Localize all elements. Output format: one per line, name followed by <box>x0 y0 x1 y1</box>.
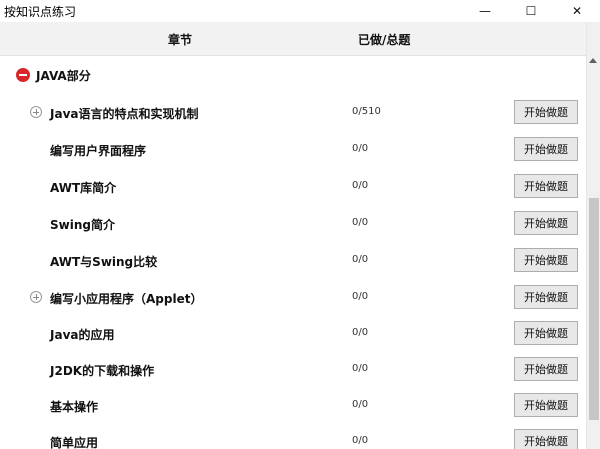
chapter-progress: 0/0 <box>352 143 369 154</box>
chapter-progress: 0/510 <box>352 106 381 117</box>
chapter-list: JAVA部分 Java语言的特点和实现机制 0/510 开始做题 编写用户界面程… <box>0 56 586 449</box>
start-practice-button[interactable]: 开始做题 <box>514 174 578 198</box>
start-practice-button[interactable]: 开始做题 <box>514 321 578 345</box>
list-item: 基本操作 0/0 开始做题 <box>0 392 586 420</box>
chapter-title: 简单应用 <box>50 436 99 449</box>
list-item: AWT库简介 0/0 开始做题 <box>0 173 586 201</box>
chapter-progress: 0/0 <box>352 327 369 338</box>
title-bar: 按知识点练习 — ☐ ✕ <box>0 0 600 22</box>
start-practice-button[interactable]: 开始做题 <box>514 357 578 381</box>
minimize-icon: — <box>479 4 491 18</box>
chapter-title: 基本操作 <box>50 400 99 414</box>
chapter-progress: 0/0 <box>352 180 369 191</box>
table-header: 章节 已做/总题 <box>0 22 586 56</box>
column-header-progress: 已做/总题 <box>358 33 411 47</box>
section-label: JAVA部分 <box>36 69 91 83</box>
start-practice-button[interactable]: 开始做题 <box>514 137 578 161</box>
scroll-up-arrow-icon[interactable] <box>589 58 597 63</box>
list-item: Java语言的特点和实现机制 0/510 开始做题 <box>0 99 586 127</box>
start-practice-button[interactable]: 开始做题 <box>514 285 578 309</box>
expand-plus-icon[interactable] <box>30 106 42 118</box>
list-item: Swing简介 0/0 开始做题 <box>0 210 586 238</box>
chapter-title: J2DK的下载和操作 <box>50 364 155 378</box>
chapter-progress: 0/0 <box>352 254 369 265</box>
start-practice-button[interactable]: 开始做题 <box>514 100 578 124</box>
list-item: J2DK的下载和操作 0/0 开始做题 <box>0 356 586 384</box>
chapter-title: 编写小应用程序（Applet） <box>50 292 203 306</box>
chapter-title: Java的应用 <box>50 328 115 342</box>
vertical-scrollbar[interactable] <box>586 22 600 449</box>
list-item: Java的应用 0/0 开始做题 <box>0 320 586 348</box>
chapter-title: AWT与Swing比较 <box>50 255 158 269</box>
start-practice-button[interactable]: 开始做题 <box>514 211 578 235</box>
close-icon: ✕ <box>571 4 583 18</box>
minimize-button[interactable]: — <box>462 0 508 22</box>
list-item: 编写小应用程序（Applet） 0/0 开始做题 <box>0 284 586 312</box>
chapter-progress: 0/0 <box>352 435 369 446</box>
collapse-minus-icon[interactable] <box>16 68 30 82</box>
column-header-chapter: 章节 <box>168 33 193 47</box>
maximize-button[interactable]: ☐ <box>508 0 554 22</box>
chapter-title: Swing简介 <box>50 218 115 232</box>
window-title: 按知识点练习 <box>4 5 77 19</box>
chapter-title: 编写用户界面程序 <box>50 144 147 158</box>
start-practice-button[interactable]: 开始做题 <box>514 429 578 449</box>
close-button[interactable]: ✕ <box>554 0 600 22</box>
chapter-title: Java语言的特点和实现机制 <box>50 107 199 121</box>
section-row-java[interactable]: JAVA部分 <box>0 65 586 85</box>
chapter-progress: 0/0 <box>352 291 369 302</box>
maximize-icon: ☐ <box>525 4 537 18</box>
list-item: 简单应用 0/0 开始做题 <box>0 428 586 449</box>
start-practice-button[interactable]: 开始做题 <box>514 393 578 417</box>
list-item: 编写用户界面程序 0/0 开始做题 <box>0 136 586 164</box>
list-item: AWT与Swing比较 0/0 开始做题 <box>0 247 586 275</box>
chapter-progress: 0/0 <box>352 399 369 410</box>
chapter-title: AWT库简介 <box>50 181 117 195</box>
expand-plus-icon[interactable] <box>30 291 42 303</box>
start-practice-button[interactable]: 开始做题 <box>514 248 578 272</box>
scrollbar-thumb[interactable] <box>589 198 599 420</box>
chapter-progress: 0/0 <box>352 363 369 374</box>
chapter-progress: 0/0 <box>352 217 369 228</box>
